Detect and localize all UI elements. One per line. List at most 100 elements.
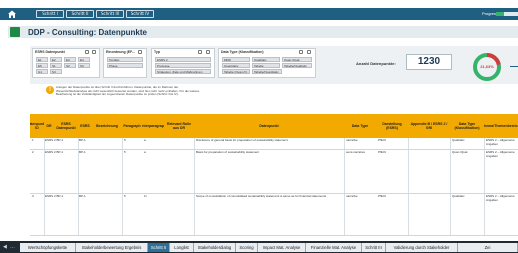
top-nav-bar: Schritt I Schritt II Schritt III Schritt… [0, 8, 518, 20]
slicer-chip[interactable]: S3 [78, 63, 90, 68]
table-header-row: Datenpunkt-ID DR ESRS Datenpunkt ESRS Be… [30, 114, 518, 138]
cell-thema: ESRS 2 – Allgemeine Angaben [486, 151, 515, 158]
sheet-tab[interactable]: Stakeholderbewertung Ergebnis [76, 243, 148, 252]
cell-dr: ESRS 2 BP-1 [45, 151, 64, 154]
multi-select-icon[interactable] [85, 50, 89, 54]
tab-scroll-more-icon[interactable]: … [10, 244, 15, 250]
cell-thema: ESRS 2 – Allgemeine Angaben [486, 139, 515, 146]
slicer-chip[interactable]: ESRS 2 [155, 57, 211, 62]
slicer-header: Einordnung (EF... [106, 50, 135, 54]
slicer-chip[interactable]: E2 [50, 57, 62, 62]
sheet-tab[interactable]: Scoring [236, 243, 258, 252]
multi-select-icon[interactable] [198, 50, 202, 54]
slicer-chip[interactable]: MDR [222, 57, 250, 62]
col-header-esrs-dp[interactable]: ESRS Datenpunkt [54, 114, 78, 138]
cell-datenpunkt: Disclosure of general basis for preparat… [196, 139, 288, 142]
slicer-einordnung: Einordnung (EF... Topdwg Phase [103, 48, 147, 78]
cell-id: 1 [32, 139, 34, 142]
slicer-chip[interactable]: G1 [36, 69, 48, 74]
slicer-chip[interactable]: E5 [36, 63, 48, 68]
cell-id: 2 [32, 151, 34, 154]
cell-esrs: BP-1 [79, 139, 86, 142]
slicer-header: Typ [154, 50, 160, 54]
info-icon: ! [46, 86, 54, 94]
sheet-tab[interactable]: Zei [458, 243, 518, 252]
clear-filter-icon[interactable] [206, 50, 210, 54]
cell-darstellung: Pflicht [378, 151, 387, 154]
slicer-typ: Typ ESRS 2 Prozesse Strategien, Ziele un… [151, 48, 215, 78]
slicer-chip[interactable]: S1 [50, 63, 62, 68]
datapoint-count-label: Anzahl Datenpunkte: [356, 61, 396, 66]
cell-paragraph: 5 [124, 139, 126, 142]
slicer-chip[interactable]: E4 [78, 57, 90, 62]
cell-darstellung: Pflicht [378, 139, 387, 142]
sheet-tab[interactable]: Stakeholderdialog [194, 243, 236, 252]
progress-bar [496, 12, 518, 16]
col-header-dr[interactable]: DR [44, 114, 54, 138]
slicer-chip[interactable]: Phase [107, 63, 143, 68]
cell-dr: ESRS 2 BP-1 [45, 195, 64, 198]
slicer-chip[interactable]: S2 [64, 63, 76, 68]
slicer-chip[interactable]: Topdwg [107, 57, 143, 62]
sheet-tab[interactable]: Impact Mat. Analyse [258, 243, 306, 252]
nav-button-step-2[interactable]: Schritt II [66, 10, 94, 18]
slicer-chip[interactable]: Tabelle/Quantitativ [252, 69, 282, 74]
col-header-data-type[interactable]: Data Type [344, 114, 376, 138]
col-header-bezeichnung[interactable]: Bezeichnung [92, 114, 122, 138]
cell-unterparagraph: a [144, 139, 146, 142]
slicer-chip[interactable]: Qualitativ [252, 57, 280, 62]
col-header-relevant[interactable]: Relevant Rolle aus DR [164, 114, 194, 138]
col-header-id[interactable]: Datenpunkt-ID [30, 114, 44, 138]
slicer-chip[interactable]: Tabelle/Qualitativ [282, 63, 312, 68]
slicer-chip[interactable]: S4 [50, 69, 62, 74]
sheet-tab-active[interactable]: Schritt II [148, 243, 170, 252]
donut-percent-label: 21,63% [480, 64, 494, 69]
clear-filter-icon[interactable] [92, 50, 96, 54]
slicer-chip[interactable]: E3 [64, 57, 76, 62]
slicer-chip[interactable]: Quantitativ [222, 63, 250, 68]
info-note: Anlegen der Datenpunkte ist über Schritt… [56, 85, 200, 97]
sheet-tab[interactable]: Longlist [170, 243, 194, 252]
home-icon[interactable] [7, 9, 17, 19]
col-header-thema[interactable]: Thema/Themenbereich [484, 114, 518, 138]
col-header-datenpunkt[interactable]: Datenpunkt [194, 114, 344, 138]
slicer-header: Data Type (Klassifikation) [221, 50, 264, 54]
slicer-chip[interactable]: Tabelle (Quan./Q... [222, 69, 250, 74]
slicer-chip[interactable]: Tabelle [252, 63, 280, 68]
cell-unterparagraph: a [144, 151, 146, 154]
nav-button-step-4[interactable]: Schritt IV [126, 10, 154, 18]
page-title: DDP - Consulting: Datenpunkte [28, 28, 147, 37]
slicer-chip[interactable]: Quan./Qual. [282, 57, 312, 62]
col-header-appendix[interactable]: Appendix B / ESRS 2 / GRI [408, 114, 450, 138]
slicer-esrs-datenpunkt: ESRS Datenpunkt E1 E2 E3 E4 E5 S1 S2 S3 … [32, 48, 100, 78]
col-header-darstellung[interactable]: Darstellung (ESRS) [376, 114, 408, 138]
sheet-tab[interactable]: Finanzielle Mat. Analyse [306, 243, 362, 252]
sheet-tab-bar: ◀ … Wertschöpfungskette Stakeholderbewer… [0, 241, 518, 253]
sheet-tab[interactable]: Validierung durch Stakeholder [386, 243, 458, 252]
sheet-tab[interactable]: Wertschöpfungskette [20, 243, 76, 252]
nav-button-step-1[interactable]: Schritt I [36, 10, 64, 18]
col-header-paragraph[interactable]: Paragraph [122, 114, 142, 138]
clear-filter-icon[interactable] [307, 50, 311, 54]
datapoint-count-value: 1230 [406, 54, 452, 70]
slicer-chip[interactable]: Strategien, Ziele und Maßnahmen [155, 69, 211, 74]
sheet-tab[interactable]: Schritt III [362, 243, 386, 252]
cell-datenpunkt: Basis for preparation of sustainability … [196, 151, 260, 154]
slicer-chip[interactable]: Prozesse [155, 63, 211, 68]
table-row[interactable]: 1 ESRS 2 BP-1 BP-1 5 a Disclosure of gen… [30, 138, 518, 150]
nav-button-step-3[interactable]: Schritt III [96, 10, 124, 18]
cell-datenpunkt: Scope of consolidation of consolidated s… [196, 195, 327, 198]
col-header-unterparagraph[interactable]: Unterparagraph [142, 114, 164, 138]
table-row[interactable]: 3 ESRS 2 BP-1 BP-1 5 b i Scope of consol… [30, 194, 518, 236]
slicer-data-type: Data Type (Klassifikation) MDR Qualitati… [218, 48, 316, 78]
col-header-klassifikation[interactable]: Data Type (Klassifikation) [450, 114, 484, 138]
tab-scroll-left-icon[interactable]: ◀ [3, 244, 7, 250]
table-row[interactable]: 2 ESRS 2 BP-1 BP-1 5 a Basis for prepara… [30, 150, 518, 194]
datapoint-table: Datenpunkt-ID DR ESRS Datenpunkt ESRS Be… [30, 114, 518, 236]
slicer-chip[interactable]: E1 [36, 57, 48, 62]
col-header-esrs[interactable]: ESRS [78, 114, 92, 138]
multi-select-icon[interactable] [299, 50, 303, 54]
clear-filter-icon[interactable] [138, 50, 142, 54]
cell-data-type: narrative [346, 195, 358, 198]
cell-unterparagraph: b i [144, 195, 148, 198]
